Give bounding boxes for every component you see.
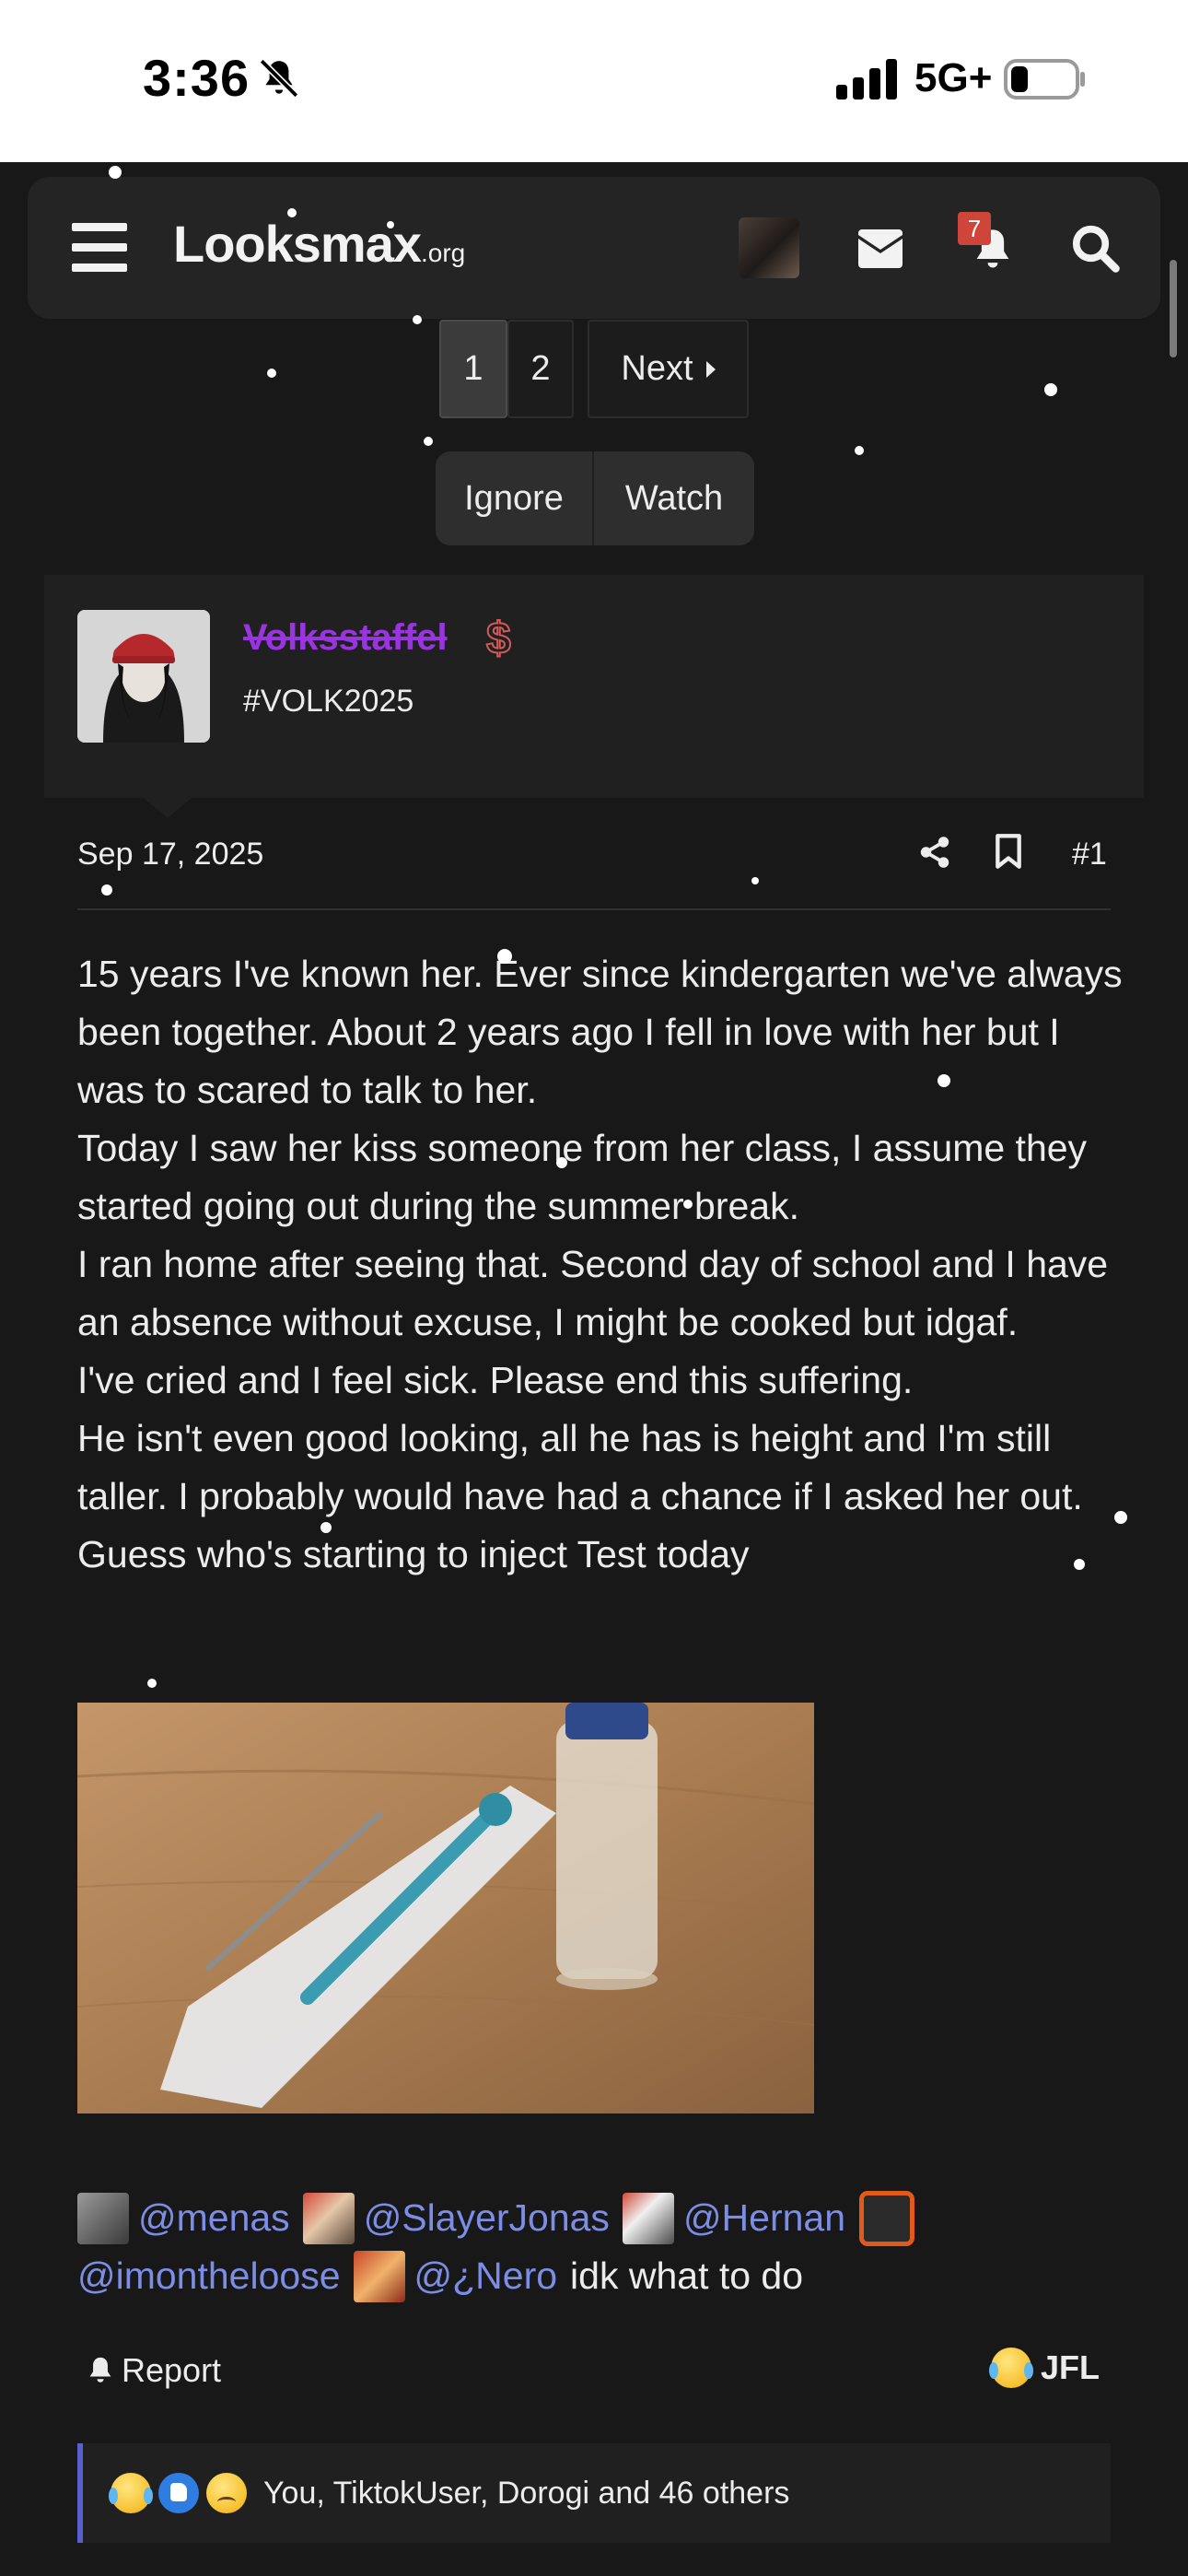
author-avatar[interactable] (77, 610, 210, 743)
author-avatar-image (77, 610, 210, 743)
snowflake (413, 315, 422, 324)
post-author-header: Volksstaffel $ #VOLK2025 (44, 575, 1144, 818)
scrollbar-thumb[interactable] (1170, 260, 1177, 357)
author-caret (144, 798, 192, 818)
report-label: Report (122, 2351, 222, 2389)
post-paragraph: Guess who's starting to inject Test toda… (77, 1533, 750, 1575)
signal-icon (836, 59, 897, 100)
sad-face-emoji-icon (206, 2473, 247, 2513)
logo-suffix: .org (421, 239, 466, 267)
reactions-summary[interactable]: You, TiktokUser, Dorogi and 46 others (263, 2476, 789, 2512)
react-label: JFL (1041, 2348, 1101, 2386)
post-meta: Sep 17, 2025 #1 (77, 829, 1111, 910)
snowflake (424, 437, 433, 446)
alerts-button[interactable]: 7 (958, 212, 1031, 286)
bookmark-icon[interactable] (995, 833, 1022, 870)
snowflake (109, 166, 122, 179)
syringe-vial-photo (77, 1703, 814, 2113)
snowflake (751, 877, 759, 884)
site-logo[interactable]: Lοoksmax.org (173, 214, 465, 274)
snowflake (683, 1200, 693, 1209)
mention-avatar[interactable] (353, 2250, 405, 2302)
snowflake (320, 1522, 332, 1533)
post-paragraph: Today I saw her kiss someone from her cl… (77, 1127, 1088, 1227)
post-number[interactable]: #1 (1072, 837, 1107, 872)
mention-link[interactable]: @¿Nero (414, 2247, 558, 2305)
caret-right-icon (705, 360, 716, 378)
next-page-button[interactable]: Next (588, 320, 749, 418)
alerts-count-badge: 7 (958, 212, 991, 245)
reactions-bar[interactable]: You, TiktokUser, Dorogi and 46 others (77, 2443, 1111, 2543)
battery-icon (1004, 59, 1085, 100)
hamburger-menu-icon[interactable] (72, 223, 127, 273)
snowflake (1074, 1559, 1085, 1570)
post-paragraph: 15 years I've known her. Ever since kind… (77, 953, 1123, 1111)
snowflake (1114, 1511, 1127, 1524)
mention-avatar[interactable] (77, 2192, 129, 2244)
page-1-button[interactable]: 1 (439, 320, 507, 418)
bell-icon (89, 2357, 111, 2383)
search-icon[interactable] (1070, 223, 1120, 273)
snowflake (497, 949, 512, 964)
ignore-button[interactable]: Ignore (436, 451, 594, 545)
post-date[interactable]: Sep 17, 2025 (77, 837, 263, 872)
snowflake (1044, 383, 1057, 396)
network-type: 5G+ (914, 55, 993, 100)
thread-actions: Ignore Watch (436, 451, 754, 545)
mention-link[interactable]: @imontheloose (77, 2247, 341, 2305)
thumbs-up-icon (158, 2473, 199, 2513)
mention-link[interactable]: @Hernan (683, 2189, 845, 2247)
post-image[interactable] (77, 1703, 814, 2113)
author-username[interactable]: Volksstaffel (243, 617, 448, 659)
snowflake (855, 446, 864, 455)
report-button[interactable]: Report (85, 2351, 221, 2390)
page-2-button[interactable]: 2 (507, 320, 574, 418)
mail-icon[interactable] (856, 225, 904, 271)
mention-avatar[interactable] (302, 2192, 355, 2244)
dollar-icon: $ (485, 614, 512, 664)
joy-tears-emoji-icon (109, 2473, 153, 2513)
react-button[interactable]: JFL (989, 2348, 1101, 2388)
mention-avatar[interactable] (859, 2190, 915, 2246)
post-paragraph: I ran home after seeing that. Second day… (77, 1243, 1109, 1343)
mention-link[interactable]: @SlayerJonas (364, 2189, 610, 2247)
post-paragraph: He isn't even good looking, all he has i… (77, 1417, 1083, 1517)
share-icon[interactable] (917, 835, 952, 870)
author-title: #VOLK2025 (243, 684, 414, 719)
site-header: Lοoksmax.org 7 (28, 177, 1160, 319)
bell-off-icon (259, 58, 299, 99)
mention-avatar[interactable] (622, 2192, 674, 2244)
post-paragraph: I've cried and I feel sick. Please end t… (77, 1359, 914, 1401)
snowflake (147, 1679, 157, 1688)
account-avatar[interactable] (739, 217, 799, 278)
snowflake (101, 884, 112, 896)
next-page-label: Next (621, 349, 693, 388)
snowflake (556, 1157, 567, 1168)
mention-tail-text: idk what to do (570, 2254, 804, 2297)
post-body: 15 years I've known her. Ever since kind… (77, 945, 1127, 1584)
joy-tears-emoji-icon (989, 2348, 1033, 2388)
status-bar: 3:36 5G+ (0, 0, 1188, 162)
snowflake (387, 221, 394, 228)
mention-link[interactable]: @menas (138, 2189, 290, 2247)
snowflake (267, 369, 276, 378)
post-mentions: @menas @SlayerJonas @Hernan @imontheloos… (77, 2189, 1127, 2305)
snowflake (287, 208, 297, 217)
status-time: 3:36 (143, 49, 250, 107)
logo-text: Lοoksmax (173, 215, 422, 273)
snowflake (938, 1074, 950, 1087)
watch-button[interactable]: Watch (594, 451, 754, 545)
